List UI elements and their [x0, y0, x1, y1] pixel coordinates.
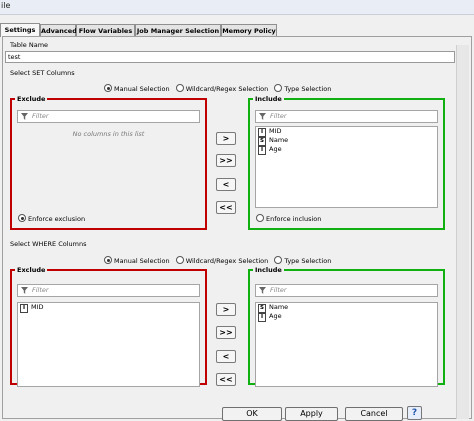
where-exclude-filter-input[interactable]: Filter [17, 284, 200, 297]
radio-icon[interactable] [256, 214, 264, 222]
table-name-label: Table Name [10, 41, 49, 49]
set-include-title: Include [253, 95, 284, 103]
help-icon[interactable]: ? [407, 406, 422, 420]
list-item[interactable]: S Name [256, 136, 437, 146]
set-add-button[interactable]: > [216, 132, 236, 145]
funnel-icon [21, 113, 28, 120]
radio-selected-icon[interactable] [104, 84, 112, 92]
tab-memory-policy[interactable]: Memory Policy [221, 24, 277, 36]
where-include-filter-input[interactable]: Filter [255, 284, 438, 297]
set-mode-radio-group: Manual Selection Wildcard/Regex Selectio… [104, 84, 335, 93]
where-include-group: Include Filter S Name I Age [248, 266, 445, 387]
set-add-all-button[interactable]: >> [216, 154, 236, 167]
where-include-list[interactable]: S Name I Age [255, 302, 438, 387]
funnel-icon [259, 113, 266, 120]
radio-icon[interactable] [175, 84, 184, 92]
set-enforce-exclusion[interactable]: Enforce exclusion [18, 214, 85, 223]
where-columns-label: Select WHERE Columns [10, 240, 87, 248]
list-item[interactable]: I MID [256, 127, 437, 137]
funnel-icon [259, 287, 266, 294]
vertical-scrollbar[interactable] [456, 45, 469, 419]
set-include-filter-input[interactable]: Filter [255, 110, 438, 123]
where-include-title: Include [253, 266, 284, 274]
set-exclude-title: Exclude [15, 95, 48, 103]
set-exclude-empty-message: No columns in this list [72, 130, 145, 138]
set-remove-button[interactable]: < [216, 178, 236, 191]
window-title: ile [1, 1, 11, 10]
set-include-group: Include Filter I MID S Name I Age Enforce i… [248, 95, 445, 230]
where-exclude-list[interactable]: I MID [17, 302, 200, 387]
set-columns-label: Select SET Columns [10, 69, 75, 77]
window-titlebar: ile [0, 0, 474, 15]
radio-selected-icon[interactable] [104, 256, 112, 264]
funnel-icon [21, 287, 28, 294]
where-exclude-group: Exclude Filter I MID [10, 266, 207, 387]
list-item[interactable]: I Age [256, 145, 437, 155]
tab-advanced[interactable]: Advanced [40, 24, 77, 36]
where-exclude-title: Exclude [15, 266, 48, 274]
where-remove-button[interactable]: < [216, 350, 236, 363]
tab-settings[interactable]: Settings [0, 23, 40, 37]
set-exclude-filter-input[interactable]: Filter [17, 110, 200, 123]
where-remove-all-button[interactable]: << [216, 373, 236, 386]
integer-type-icon: I [258, 313, 266, 322]
set-enforce-inclusion[interactable]: Enforce inclusion [256, 214, 321, 223]
radio-icon[interactable] [175, 256, 184, 264]
tab-flow-variables[interactable]: Flow Variables [76, 24, 135, 36]
where-mode-radio-group: Manual Selection Wildcard/Regex Selectio… [104, 256, 335, 265]
integer-type-icon: I [20, 304, 28, 313]
set-exclude-group: Exclude Filter No columns in this list E… [10, 95, 207, 230]
radio-selected-icon[interactable] [18, 214, 26, 222]
tab-bar: Settings Advanced Flow Variables Job Man… [0, 23, 474, 37]
set-remove-all-button[interactable]: << [216, 201, 236, 214]
where-mode-wildcard[interactable]: Wildcard/Regex Selection [175, 256, 268, 265]
where-mode-manual[interactable]: Manual Selection [104, 256, 170, 265]
where-add-button[interactable]: > [216, 303, 236, 316]
integer-type-icon: I [258, 146, 266, 155]
set-mode-wildcard[interactable]: Wildcard/Regex Selection [175, 84, 268, 93]
set-mode-manual[interactable]: Manual Selection [104, 84, 170, 93]
where-mode-type[interactable]: Type Selection [274, 256, 331, 265]
set-include-list[interactable]: I MID S Name I Age [255, 126, 438, 208]
list-item[interactable]: I Age [256, 312, 437, 322]
tab-job-manager-selection[interactable]: Job Manager Selection [135, 24, 221, 36]
list-item[interactable]: I MID [18, 303, 199, 313]
table-name-input[interactable]: test [5, 51, 455, 63]
set-exclude-list[interactable]: No columns in this list [17, 126, 200, 208]
set-mode-type[interactable]: Type Selection [274, 84, 331, 93]
radio-icon[interactable] [274, 84, 283, 92]
where-add-all-button[interactable]: >> [216, 326, 236, 339]
radio-icon[interactable] [274, 256, 283, 264]
list-item[interactable]: S Name [256, 303, 437, 313]
